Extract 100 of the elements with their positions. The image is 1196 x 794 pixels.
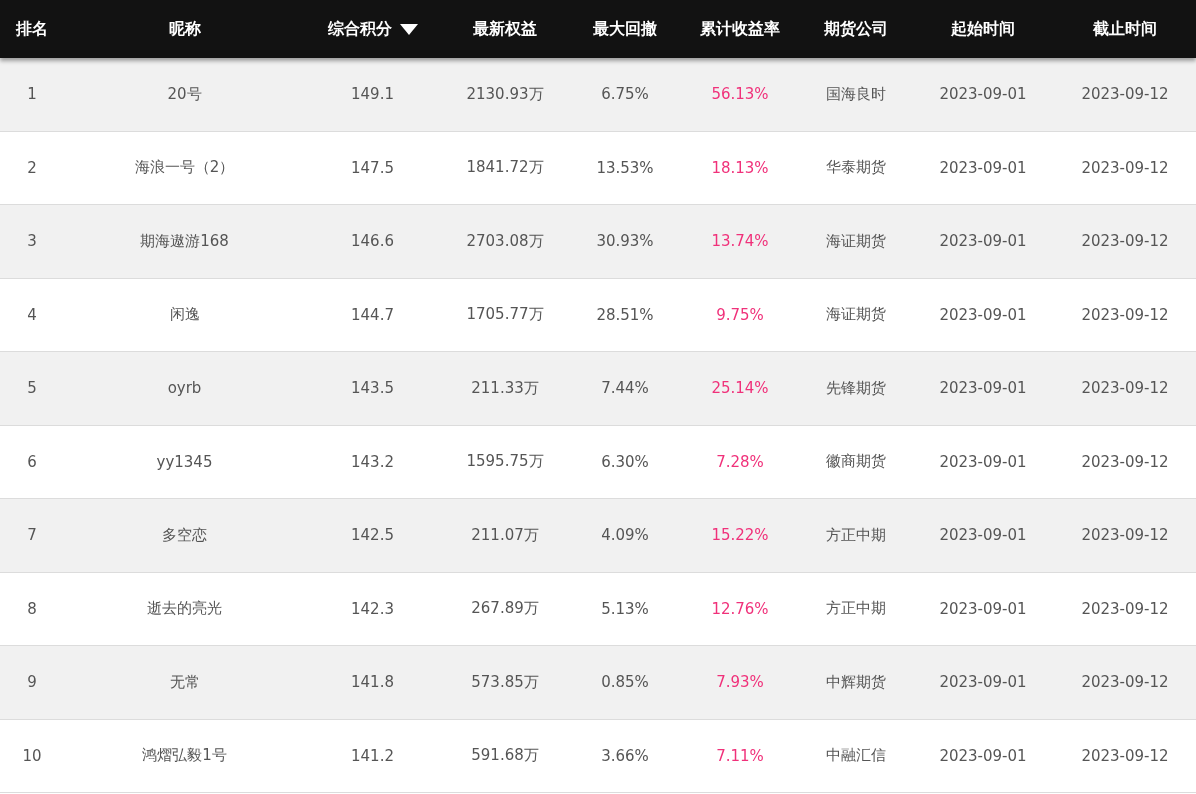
table-cell: 海证期货	[826, 305, 886, 325]
table-cell: 15.22%	[711, 526, 769, 545]
table-cell: 0.85%	[601, 673, 649, 692]
table-cell: 1	[27, 85, 37, 104]
table-cell: 中融汇信	[826, 746, 886, 766]
table-cell: 方正中期	[826, 599, 886, 619]
column-header[interactable]: 累计收益率	[700, 18, 780, 40]
table-cell: 2023-09-12	[1081, 158, 1169, 177]
column-header[interactable]: 期货公司	[824, 18, 888, 40]
table-cell: 2023-09-01	[939, 305, 1027, 324]
table-cell: 13.74%	[711, 232, 769, 251]
table-cell: 211.33万	[471, 378, 539, 398]
table-cell: 期海遨游168	[140, 231, 229, 251]
table-cell: 2	[27, 158, 37, 177]
table-cell: 鸿熠弘毅1号	[142, 746, 227, 766]
table-cell: 逝去的亮光	[147, 599, 222, 619]
table-cell: 146.6	[351, 232, 394, 251]
table-cell: 2023-09-12	[1081, 673, 1169, 692]
table-cell: 6	[27, 452, 37, 471]
table-cell: 10	[22, 746, 42, 765]
table-cell: 3	[27, 232, 37, 251]
table-cell: 211.07万	[471, 525, 539, 545]
table-cell: 无常	[169, 672, 200, 692]
table-cell: 2023-09-12	[1081, 379, 1169, 398]
table-cell: 7.93%	[716, 673, 764, 692]
column-header[interactable]: 综合积分	[327, 18, 418, 40]
table-cell: 149.1	[351, 85, 394, 104]
table-cell: 2023-09-01	[939, 452, 1027, 471]
table-cell: 2023-09-01	[939, 379, 1027, 398]
table-cell: 8	[27, 599, 37, 618]
table-cell: 2023-09-01	[939, 526, 1027, 545]
table-cell: 7.44%	[601, 379, 649, 398]
table-cell: 方正中期	[826, 525, 886, 545]
table-cell: 267.89万	[471, 599, 539, 619]
table-cell: 141.2	[351, 746, 394, 765]
column-header[interactable]: 截止时间	[1093, 18, 1157, 40]
table-cell: 华泰期货	[826, 158, 886, 178]
table-cell: 2023-09-12	[1081, 452, 1169, 471]
table-cell: 20号	[167, 84, 202, 104]
table-cell: 2023-09-01	[939, 232, 1027, 251]
table-cell: yy1345	[156, 452, 213, 471]
table-cell: 2023-09-01	[939, 85, 1027, 104]
table-cell: 2023-09-12	[1081, 599, 1169, 618]
table-cell: 3.66%	[601, 746, 649, 765]
table-cell: 2023-09-01	[939, 158, 1027, 177]
table-cell: 6.30%	[601, 452, 649, 471]
table-cell: 4.09%	[601, 526, 649, 545]
table-cell: 142.5	[351, 526, 394, 545]
table-cell: 7.11%	[716, 746, 764, 765]
table-cell: 143.5	[351, 379, 394, 398]
table-cell: 2023-09-12	[1081, 232, 1169, 251]
table-cell: 5.13%	[601, 599, 649, 618]
column-header[interactable]: 最新权益	[473, 18, 537, 40]
table-cell: 徽商期货	[826, 452, 886, 472]
table-cell: 573.85万	[471, 672, 539, 692]
table-cell: 2023-09-12	[1081, 526, 1169, 545]
table-cell: 4	[27, 305, 37, 324]
table-cell: 中辉期货	[826, 672, 886, 692]
table-cell: 2023-09-12	[1081, 85, 1169, 104]
column-header[interactable]: 最大回撤	[593, 18, 657, 40]
table-cell: 144.7	[351, 305, 394, 324]
table-cell: 12.76%	[711, 599, 769, 618]
table-cell: 147.5	[351, 158, 394, 177]
table-cell: 2130.93万	[466, 84, 544, 104]
table-cell: 9.75%	[716, 305, 764, 324]
table-cell: 1705.77万	[466, 305, 544, 325]
column-header[interactable]: 排名	[16, 18, 48, 40]
table-cell: 闲逸	[169, 305, 200, 325]
table-cell: 7	[27, 526, 37, 545]
table-cell: 25.14%	[711, 379, 769, 398]
table-cell: 141.8	[351, 673, 394, 692]
table-cell: 2023-09-12	[1081, 305, 1169, 324]
table-cell: 2023-09-12	[1081, 746, 1169, 765]
table-cell: 30.93%	[596, 232, 654, 251]
table-cell: 多空恋	[162, 525, 207, 545]
table-cell: 2023-09-01	[939, 746, 1027, 765]
table-cell: 591.68万	[471, 746, 539, 766]
table-cell: 7.28%	[716, 452, 764, 471]
table-cell: 先锋期货	[826, 378, 886, 398]
table-cell: 2023-09-01	[939, 599, 1027, 618]
table-cell: 海浪一号（2）	[134, 158, 235, 178]
table-cell: 2703.08万	[466, 231, 544, 251]
table-cell: 143.2	[351, 452, 394, 471]
table-cell: 1595.75万	[466, 452, 544, 472]
table-cell: 2023-09-01	[939, 673, 1027, 692]
table-cell: 142.3	[351, 599, 394, 618]
sort-descending-icon[interactable]	[399, 23, 418, 35]
column-header[interactable]: 起始时间	[951, 18, 1015, 40]
table-cell: 13.53%	[596, 158, 654, 177]
table-cell: 9	[27, 673, 37, 692]
table-cell: 海证期货	[826, 231, 886, 251]
table-cell: oyrb	[167, 379, 202, 398]
table-cell: 1841.72万	[466, 158, 544, 178]
table-cell: 28.51%	[596, 305, 654, 324]
table-cell: 18.13%	[711, 158, 769, 177]
table-cell: 5	[27, 379, 37, 398]
table-cell: 国海良时	[826, 84, 886, 104]
table-cell: 6.75%	[601, 85, 649, 104]
table-cell: 56.13%	[711, 85, 769, 104]
column-header[interactable]: 昵称	[168, 18, 201, 40]
